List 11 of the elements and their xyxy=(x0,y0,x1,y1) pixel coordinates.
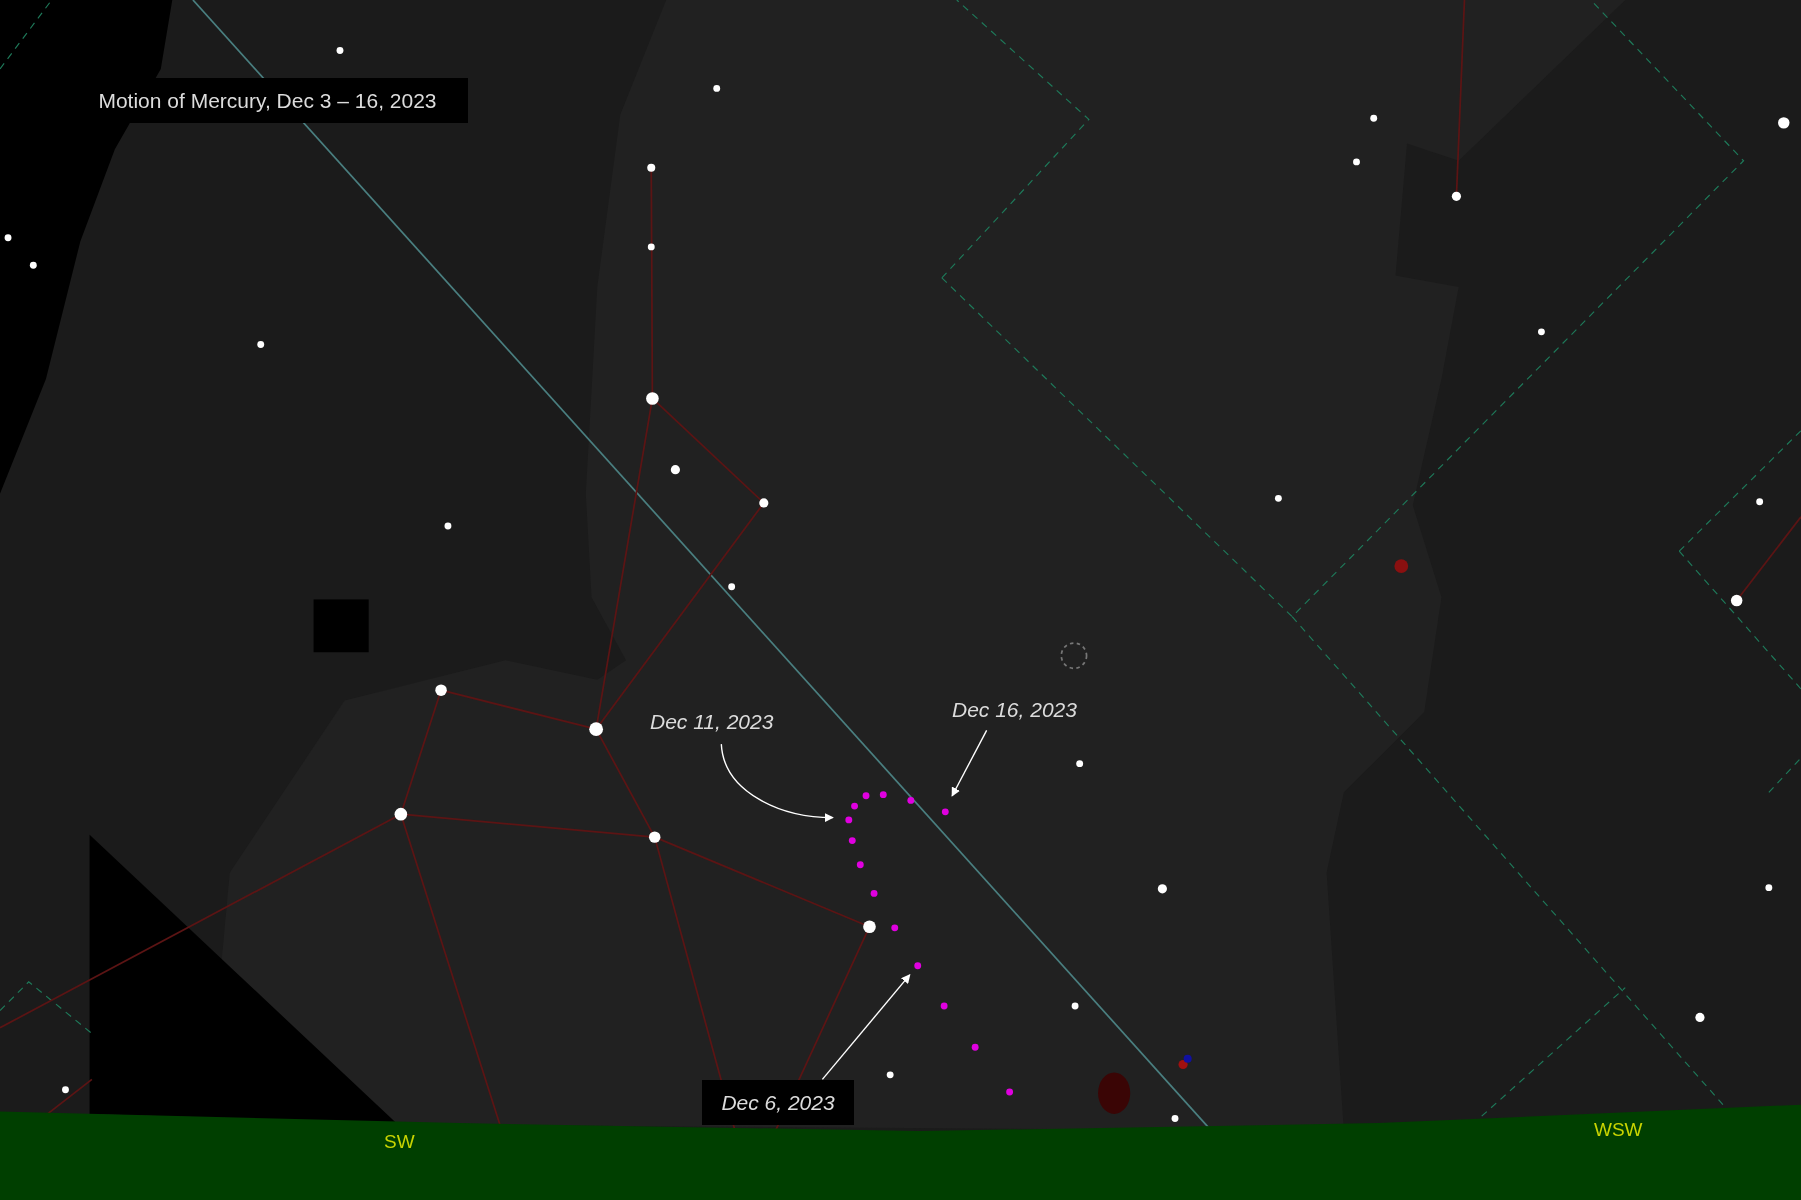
compass-direction-label: WSW xyxy=(1594,1118,1643,1142)
arrow xyxy=(951,729,988,797)
galaxy-icon xyxy=(1178,1054,1192,1070)
date-label: Dec 6, 2023 xyxy=(702,1080,854,1125)
date-label: Dec 11, 2023 xyxy=(650,709,774,735)
date-label: Dec 16, 2023 xyxy=(952,697,1077,723)
compass-direction-label: SW xyxy=(384,1130,415,1154)
dashed-circle-marker xyxy=(1060,642,1088,670)
masked-square xyxy=(313,599,369,653)
nebula-blob xyxy=(1394,559,1409,573)
nebula-blob xyxy=(1098,1072,1131,1114)
